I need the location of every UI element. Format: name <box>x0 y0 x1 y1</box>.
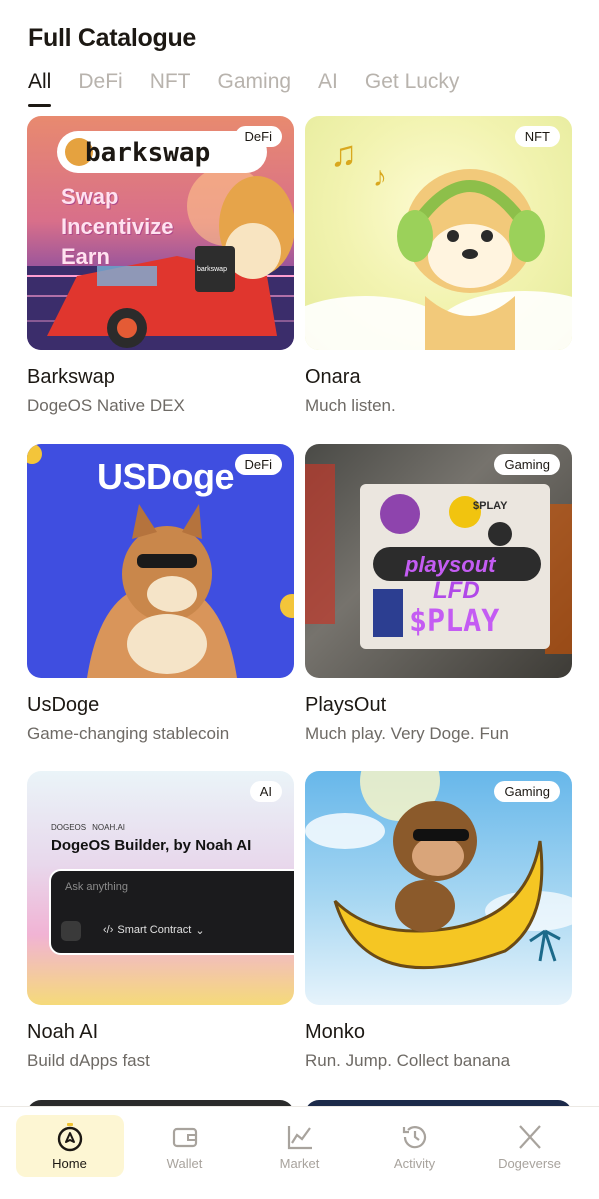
tab-get-lucky[interactable]: Get Lucky <box>365 68 460 102</box>
noah-heading: DogeOS Builder, by Noah AI <box>51 837 252 854</box>
card-title: Noah AI <box>27 1021 99 1043</box>
tagline-incentivize: Incentivize <box>61 214 174 239</box>
noah-input-placeholder: Ask anything <box>65 881 128 893</box>
card-thumbnail: DOGEOS NOAH.AI DogeOS Builder, by Noah A… <box>27 771 294 1005</box>
noah-brand: DOGEOS NOAH.AI <box>51 823 125 832</box>
nav-wallet-label: Wallet <box>166 1155 203 1171</box>
nav-home-label: Home <box>52 1155 87 1171</box>
usdoge-logo-text: USDoge <box>97 456 235 497</box>
card-title: Barkswap <box>27 366 115 388</box>
noah-mode-selector: ‹/› Smart Contract ⌄ <box>103 924 205 937</box>
code-icon: ‹/› <box>103 924 114 936</box>
card-thumbnail: playsout LFD $PLAY $PLAY Gaming <box>305 444 572 678</box>
category-badge: DeFi <box>234 126 282 147</box>
noah-attach-icon <box>61 921 81 941</box>
nav-market-label: Market <box>279 1155 320 1171</box>
card-subtitle: Build dApps fast <box>27 1051 150 1070</box>
nav-home[interactable]: Home <box>15 1115 124 1177</box>
play-small-sticker-text: $PLAY <box>473 500 508 512</box>
nav-activity-label: Activity <box>393 1155 436 1171</box>
tagline-earn: Earn <box>61 244 110 269</box>
home-icon <box>57 1122 82 1151</box>
nav-dogeverse-label: Dogeverse <box>498 1155 561 1171</box>
category-badge: AI <box>249 781 282 802</box>
bottom-nav: Home Wallet Market Activity Dogeverse <box>0 1106 599 1199</box>
svg-text:♪: ♪ <box>373 161 387 192</box>
app-card-usdoge[interactable]: USDoge DeFi UsDoge Game-changing stablec… <box>27 444 294 745</box>
activity-icon <box>402 1125 426 1148</box>
nav-dogeverse[interactable]: Dogeverse <box>476 1115 584 1177</box>
tab-all[interactable]: All <box>28 68 52 107</box>
category-badge: NFT <box>514 126 560 147</box>
card-thumbnail: barkswap Swap Incentivize Earn barkswap … <box>27 116 294 350</box>
app-card-barkswap[interactable]: barkswap Swap Incentivize Earn barkswap … <box>27 116 294 417</box>
app-card-onara[interactable]: ♫ ♪ NFT Onara Much listen. <box>305 116 572 417</box>
card-thumbnail: USDoge DeFi <box>27 444 294 678</box>
card-title: PlaysOut <box>305 694 387 716</box>
category-badge: Gaming <box>494 454 560 475</box>
category-badge: Gaming <box>494 781 560 802</box>
noah-brand-text: NOAH.AI <box>92 823 126 832</box>
app-card-monko[interactable]: Gaming Monko Run. Jump. Collect banana <box>305 771 572 1072</box>
card-thumbnail: Gaming <box>305 771 572 1005</box>
card-subtitle: DogeOS Native DEX <box>27 396 185 415</box>
mug-label: barkswap <box>197 266 227 273</box>
page-title: Full Catalogue <box>28 24 197 52</box>
tab-defi[interactable]: DeFi <box>78 68 122 102</box>
card-subtitle: Game-changing stablecoin <box>27 724 230 743</box>
card-subtitle: Much play. Very Doge. Fun <box>305 724 509 743</box>
noah-input-box: Ask anything ‹/› Smart Contract ⌄ <box>49 869 294 955</box>
barkswap-logo-text: barkswap <box>85 138 211 168</box>
onara-artwork: ♫ ♪ <box>305 133 572 350</box>
chevron-down-icon: ⌄ <box>195 925 205 937</box>
dogeos-brand-text: DOGEOS <box>51 823 87 832</box>
nav-market[interactable]: Market <box>246 1115 354 1177</box>
card-title: Monko <box>305 1021 366 1043</box>
card-title: UsDoge <box>27 694 100 716</box>
monko-artwork <box>305 771 572 970</box>
card-subtitle: Much listen. <box>305 396 396 415</box>
card-thumbnail: ♫ ♪ NFT <box>305 116 572 350</box>
tagline-swap: Swap <box>61 184 119 209</box>
category-badge: DeFi <box>234 454 282 475</box>
nav-activity[interactable]: Activity <box>361 1115 469 1177</box>
app-card-noah-ai[interactable]: DOGEOS NOAH.AI DogeOS Builder, by Noah A… <box>27 771 294 1072</box>
mode-label: Smart Contract <box>117 924 192 936</box>
playsout-sticker-text: playsout <box>405 552 496 577</box>
card-subtitle: Run. Jump. Collect banana <box>305 1051 511 1070</box>
card-title: Onara <box>305 366 361 388</box>
tab-ai[interactable]: AI <box>318 68 338 102</box>
barkswap-tagline: Swap Incentivize Earn <box>61 182 173 272</box>
category-tabs: All DeFi NFT Gaming AI Get Lucky <box>28 68 486 107</box>
x-icon <box>518 1124 541 1149</box>
svg-text:♫: ♫ <box>330 133 357 174</box>
tab-nft[interactable]: NFT <box>150 68 191 102</box>
play-sticker-text: $PLAY <box>409 604 500 639</box>
lfd-sticker-text: LFD <box>433 577 480 604</box>
nav-wallet[interactable]: Wallet <box>131 1115 239 1177</box>
app-card-playsout[interactable]: playsout LFD $PLAY $PLAY Gaming PlaysOut… <box>305 444 572 745</box>
tab-gaming[interactable]: Gaming <box>218 68 292 102</box>
market-icon <box>287 1125 312 1149</box>
wallet-icon <box>172 1127 197 1147</box>
